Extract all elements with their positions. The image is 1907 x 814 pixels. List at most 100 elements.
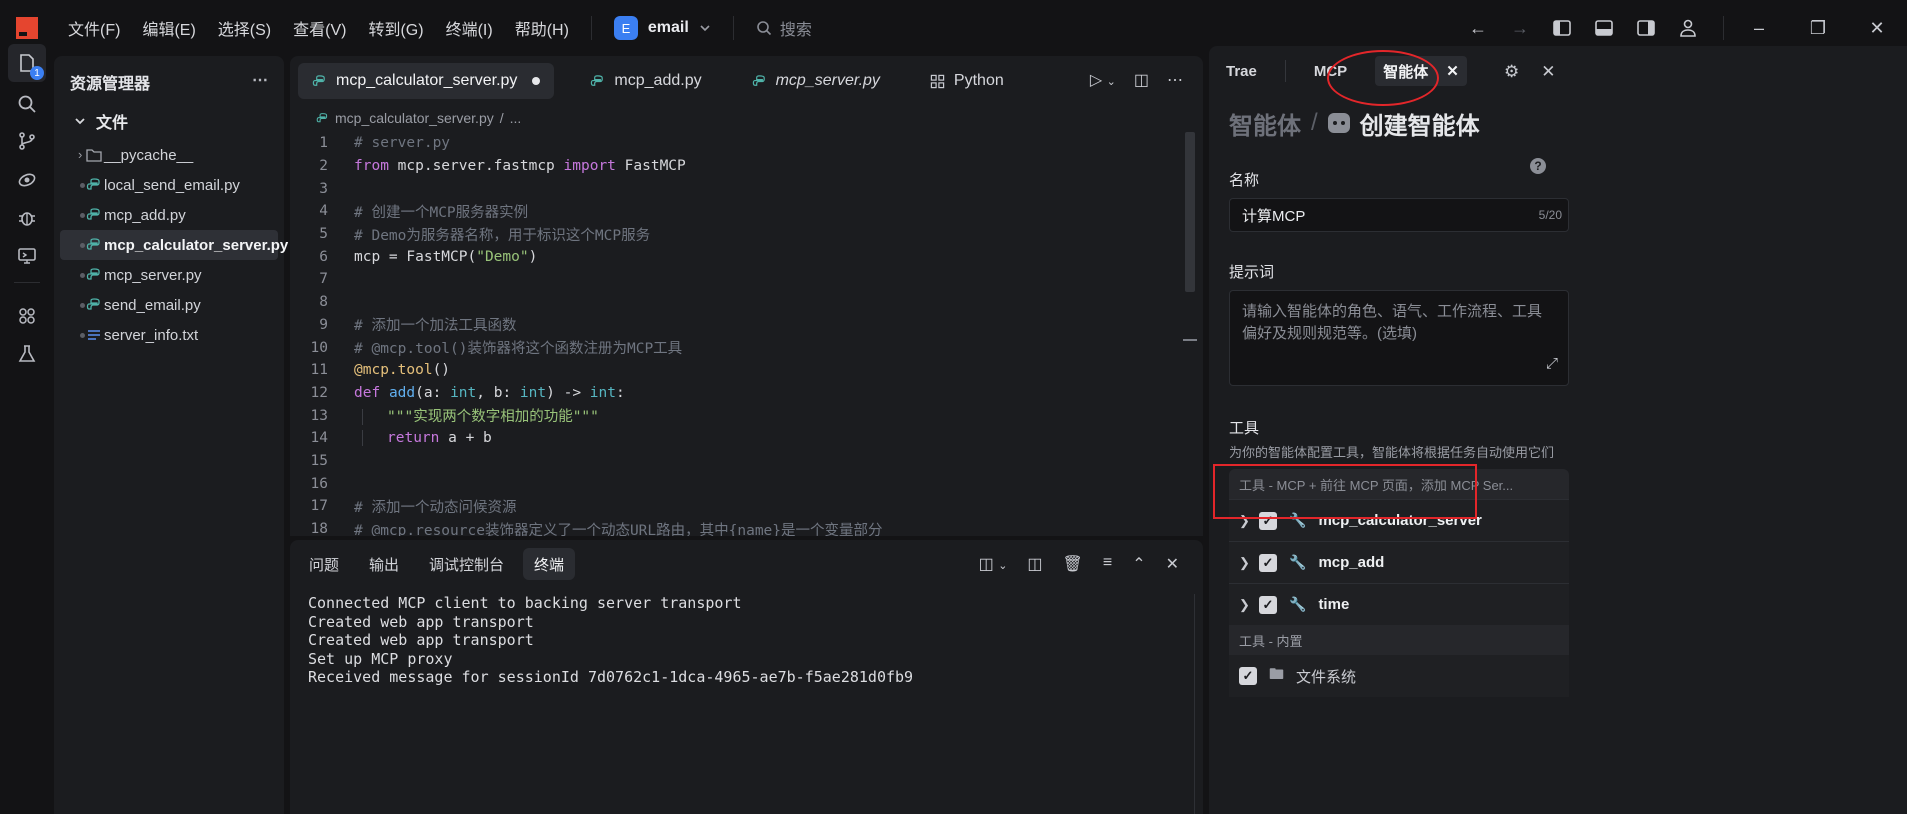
code-line[interactable]: 13 """实现两个数字相加的功能""": [290, 404, 1203, 427]
menu-help[interactable]: 帮助(H): [515, 16, 569, 40]
tool-row-mcp-add[interactable]: ❯ ✓ 🔧 mcp_add: [1229, 541, 1569, 583]
tree-item-mcp-server[interactable]: mcp_server.py: [60, 260, 278, 290]
python-file-icon: [86, 298, 100, 310]
help-icon[interactable]: ?: [1530, 158, 1546, 174]
folder-root[interactable]: 文件: [54, 108, 284, 134]
code-line[interactable]: 6 mcp = FastMCP("Demo"): [290, 245, 1203, 268]
line-number: 13: [310, 407, 328, 424]
checkbox-checked-icon[interactable]: ✓: [1239, 667, 1257, 685]
terminal-output[interactable]: Connected MCP client to backing server t…: [290, 588, 1203, 687]
toggle-panel-icon[interactable]: [1594, 18, 1614, 38]
restore-icon[interactable]: ❐: [1808, 18, 1828, 38]
tab-debug-console[interactable]: 调试控制台: [418, 548, 515, 580]
toggle-right-sidebar-icon[interactable]: [1636, 18, 1656, 38]
tool-row-filesystem[interactable]: ✓ 🖿 文件系统: [1229, 655, 1569, 697]
editor-scrollbar[interactable]: [1185, 132, 1195, 292]
tree-item-send-email[interactable]: send_email.py: [60, 290, 278, 320]
chevron-right-icon[interactable]: ❯: [1239, 597, 1250, 613]
code-line[interactable]: 1 # server.py: [290, 132, 1203, 155]
account-icon[interactable]: [1678, 18, 1698, 38]
explorer-panel: 资源管理器 ⋯ 文件 › __pycache__ local_send_emai…: [54, 56, 288, 814]
more-icon[interactable]: ⋯: [1167, 70, 1183, 90]
breadcrumb-agents[interactable]: 智能体: [1229, 106, 1301, 141]
chevron-right-icon[interactable]: ❯: [1239, 555, 1250, 571]
menu-view[interactable]: 查看(V): [293, 16, 346, 40]
close-icon[interactable]: ✕: [1446, 62, 1459, 80]
split-editor-icon[interactable]: ◫: [1134, 70, 1149, 90]
code-line[interactable]: 5 # Demo为服务器名称，用于标识这个MCP服务: [290, 223, 1203, 246]
tree-item-mcp-calculator-server[interactable]: mcp_calculator_server.py: [60, 230, 288, 260]
remote-activity-button[interactable]: [13, 166, 41, 194]
more-icon[interactable]: ⋯: [252, 70, 268, 90]
code-line[interactable]: 14 return a + b: [290, 427, 1203, 450]
code-line[interactable]: 10 # @mcp.tool()装饰器将这个函数注册为MCP工具: [290, 336, 1203, 359]
tab-output[interactable]: 输出: [358, 548, 410, 580]
expand-icon[interactable]: ⤢: [1546, 353, 1558, 375]
code-editor[interactable]: 1 # server.py 2 from mcp.server.fastmcp imp…: [290, 132, 1203, 536]
forward-arrow-icon[interactable]: →: [1510, 18, 1530, 38]
tool-row-time[interactable]: ❯ ✓ 🔧 time: [1229, 583, 1569, 625]
terminal-scrollbar[interactable]: [1194, 594, 1195, 814]
close-window-icon[interactable]: ✕: [1867, 18, 1887, 38]
tree-item-mcp-add[interactable]: mcp_add.py: [60, 200, 278, 230]
tab-python[interactable]: Python: [916, 63, 1018, 99]
checkbox-checked-icon[interactable]: ✓: [1259, 553, 1277, 572]
chevron-up-icon[interactable]: ⌃: [1132, 554, 1145, 574]
code-line[interactable]: 12 def add(a: int, b: int) -> int:: [290, 382, 1203, 405]
close-icon[interactable]: ✕: [1541, 62, 1555, 82]
explorer-activity-button[interactable]: 1: [8, 44, 46, 82]
close-icon[interactable]: ✕: [1166, 554, 1179, 574]
code-line[interactable]: 7: [290, 268, 1203, 291]
tab-problems[interactable]: 问题: [298, 548, 350, 580]
tab-mcp-server[interactable]: mcp_server.py: [738, 63, 894, 99]
code-line[interactable]: 17 # 添加一个动态问候资源: [290, 495, 1203, 518]
code-line[interactable]: 2 from mcp.server.fastmcp import FastMCP: [290, 155, 1203, 178]
menu-selection[interactable]: 选择(S): [218, 16, 271, 40]
explorer-header: 资源管理器 ⋯: [54, 56, 284, 108]
testing-activity-button[interactable]: [13, 340, 41, 368]
extensions-activity-button[interactable]: [13, 302, 41, 330]
code-line[interactable]: 11 @mcp.tool(): [290, 359, 1203, 382]
name-input[interactable]: 计算MCP 5/20: [1229, 198, 1569, 232]
breadcrumb-file[interactable]: mcp_calculator_server.py: [335, 110, 494, 126]
code-line[interactable]: 3: [290, 177, 1203, 200]
checkbox-checked-icon[interactable]: ✓: [1259, 595, 1277, 614]
code-line[interactable]: 9 # 添加一个加法工具函数: [290, 314, 1203, 337]
agent-breadcrumb: 智能体 / 创建智能体: [1209, 96, 1907, 150]
menu-terminal[interactable]: 终端(I): [446, 16, 493, 40]
toggle-left-sidebar-icon[interactable]: [1552, 18, 1572, 38]
line-number: 14: [310, 430, 328, 447]
minimize-icon[interactable]: –: [1749, 18, 1769, 38]
settings-sliders-icon[interactable]: ≡: [1103, 554, 1112, 574]
search-box[interactable]: 搜索: [756, 16, 812, 40]
menu-file[interactable]: 文件(F): [68, 16, 120, 40]
code-line[interactable]: 4 # 创建一个MCP服务器实例: [290, 200, 1203, 223]
back-arrow-icon[interactable]: ←: [1468, 18, 1488, 38]
tree-item-local-send-email[interactable]: local_send_email.py: [60, 170, 278, 200]
gear-icon[interactable]: ⚙: [1504, 62, 1519, 82]
tab-trae[interactable]: Trae: [1226, 56, 1257, 86]
tree-item-pycache[interactable]: › __pycache__: [60, 140, 278, 170]
source-control-activity-button[interactable]: [13, 127, 41, 155]
code-line[interactable]: 16: [290, 472, 1203, 495]
trash-icon[interactable]: 🗑: [1063, 554, 1083, 574]
code-line[interactable]: 8: [290, 291, 1203, 314]
menu-go[interactable]: 转到(G): [368, 16, 423, 40]
code-line[interactable]: 15: [290, 450, 1203, 473]
run-icon[interactable]: ▷ ⌄: [1090, 70, 1116, 90]
tab-terminal[interactable]: 终端: [523, 548, 576, 580]
remote-explorer-activity-button[interactable]: [13, 242, 41, 270]
explorer-badge: 1: [30, 66, 44, 80]
prompt-textarea[interactable]: 请输入智能体的角色、语气、工作流程、工具偏好及规则规范等。(选填) ⤢: [1229, 290, 1569, 386]
menu-edit[interactable]: 编辑(E): [142, 16, 195, 40]
code-line[interactable]: 18 # @mcp.resource装饰器定义了一个动态URL路由，其中{name…: [290, 518, 1203, 536]
search-activity-button[interactable]: [13, 90, 41, 118]
tab-mcp-calculator-server[interactable]: mcp_calculator_server.py: [298, 63, 555, 99]
split-terminal-icon[interactable]: ◫ ⌄: [979, 554, 1008, 574]
workspace-switcher[interactable]: E email: [613, 16, 711, 40]
tab-mcp-add[interactable]: mcp_add.py: [576, 63, 715, 99]
split-panel-icon[interactable]: ◫: [1027, 554, 1042, 574]
debug-activity-button[interactable]: [13, 204, 41, 232]
tree-item-server-info[interactable]: server_info.txt: [60, 320, 278, 350]
breadcrumb-more[interactable]: ...: [510, 110, 522, 126]
